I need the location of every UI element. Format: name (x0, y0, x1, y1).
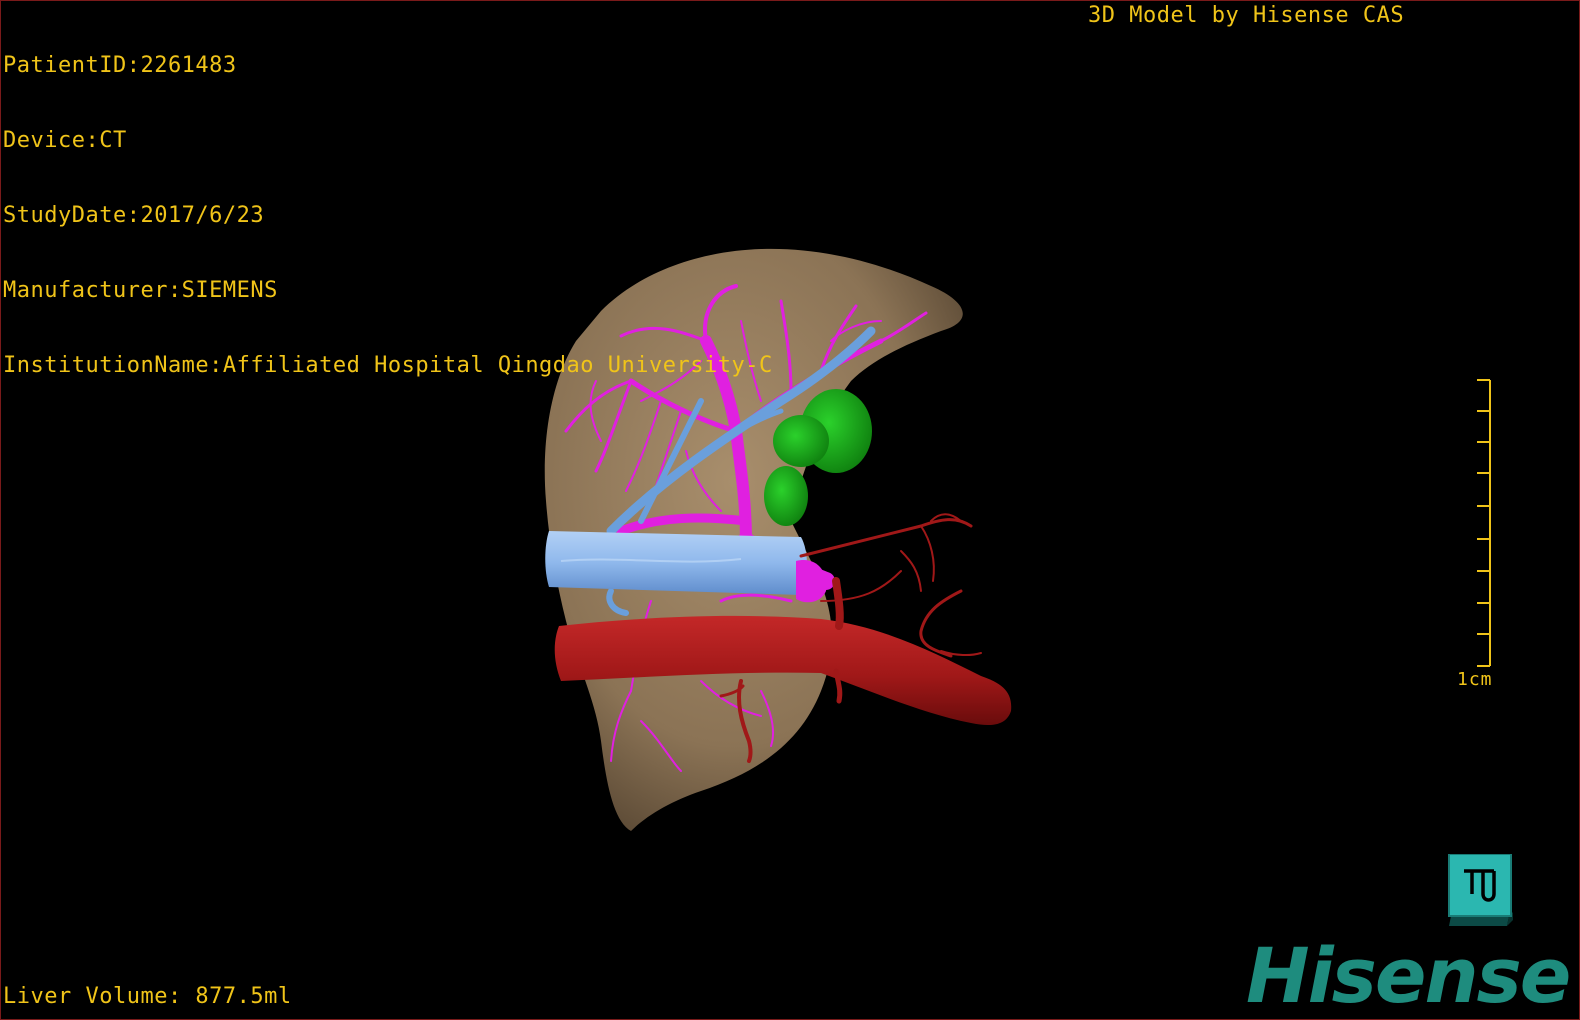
study-date: StudyDate:2017/6/23 (3, 203, 265, 228)
institution-name: InstitutionName:Affiliated Hospital Qing… (3, 353, 773, 378)
hisense-logo: Hisense (1246, 931, 1571, 1020)
manufacturer: Manufacturer:SIEMENS (3, 278, 278, 303)
device: Device:CT (3, 128, 127, 153)
inferior-vena-cava (545, 531, 807, 595)
patient-info-block: PatientID:2261483 Device:CT StudyDate:20… (3, 3, 773, 428)
model-credit: 3D Model by Hisense CAS (1088, 3, 1405, 28)
view-orientation-cube-icon[interactable] (1447, 854, 1517, 934)
liver-volume: Liver Volume: 877.5ml (3, 984, 292, 1009)
scale-bar (1477, 379, 1491, 667)
3d-viewport[interactable]: PatientID:2261483 Device:CT StudyDate:20… (0, 0, 1580, 1020)
portal-vein-trunk (796, 560, 827, 603)
patient-id: PatientID:2261483 (3, 53, 237, 78)
scale-bar-label: 1cm (1457, 669, 1493, 690)
